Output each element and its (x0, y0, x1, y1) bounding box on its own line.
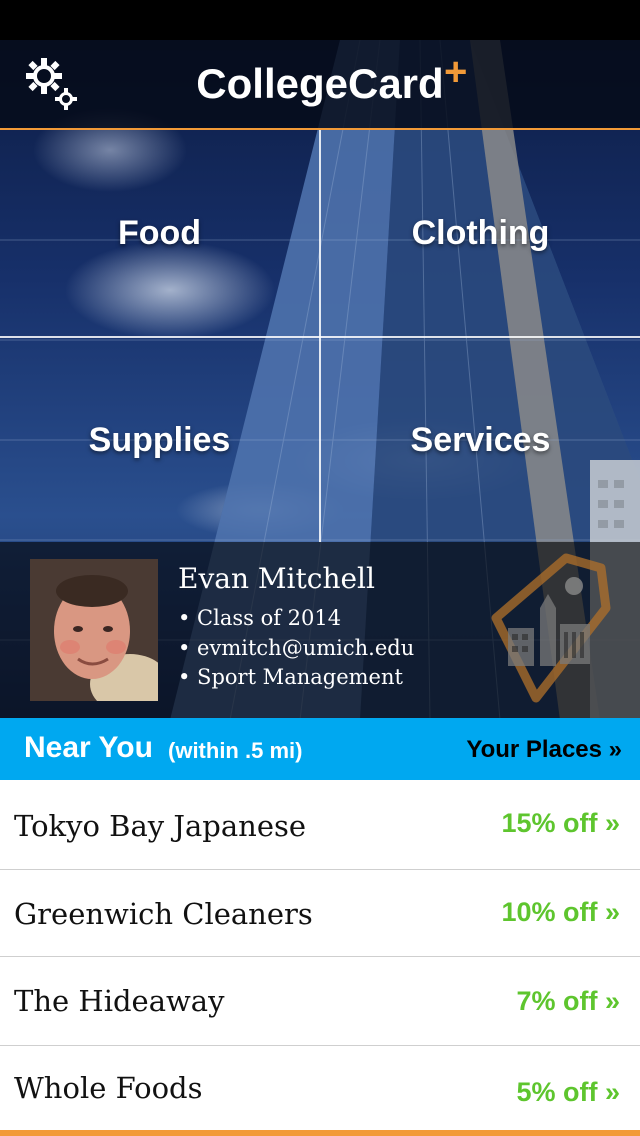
category-clothing[interactable]: Clothing (321, 130, 640, 336)
place-discount: 10% off » (501, 897, 620, 927)
list-item[interactable]: Tokyo Bay Japanese 15% off » (0, 780, 640, 870)
place-discount: 15% off » (501, 808, 620, 838)
list-item[interactable]: Whole Foods 5% off » (0, 1046, 640, 1130)
app-title-plus: + (444, 50, 468, 94)
category-supplies[interactable]: Supplies (0, 338, 319, 542)
list-item[interactable]: Greenwich Cleaners 10% off » (0, 870, 640, 957)
status-bar (0, 0, 640, 40)
your-places-link[interactable]: Your Places » (466, 735, 622, 765)
grid-divider-horizontal (0, 336, 640, 338)
profile-email: • evmitch@umich.edu (178, 636, 415, 660)
profile-major: • Sport Management (178, 665, 403, 689)
category-label: Clothing (411, 213, 550, 252)
app-header: CollegeCard + (0, 40, 640, 130)
category-label: Food (117, 213, 202, 252)
near-you-radius: (within .5 mi) (168, 738, 303, 763)
avatar (30, 559, 158, 701)
place-name: Greenwich Cleaners (14, 897, 313, 931)
place-name: Whole Foods (14, 1071, 203, 1105)
place-discount: 7% off » (516, 986, 620, 1016)
place-name: The Hideaway (14, 984, 225, 1018)
category-label: Services (410, 420, 551, 459)
list-item[interactable]: The Hideaway 7% off » (0, 957, 640, 1046)
place-discount: 5% off » (516, 1077, 620, 1107)
near-you-bar: Near You (within .5 mi) Your Places » (0, 718, 640, 780)
tag-building-icon (491, 553, 611, 703)
category-label: Supplies (88, 420, 231, 459)
app-title: CollegeCard (196, 60, 444, 107)
place-name: Tokyo Bay Japanese (14, 809, 307, 843)
profile-name: Evan Mitchell (178, 562, 375, 595)
bottom-accent-bar (0, 1130, 640, 1136)
places-list: Tokyo Bay Japanese 15% off » Greenwich C… (0, 780, 640, 1130)
profile-card[interactable]: Evan Mitchell • Class of 2014 • evmitch@… (0, 542, 640, 718)
category-services[interactable]: Services (321, 338, 640, 542)
near-you-title: Near You (24, 731, 153, 764)
category-food[interactable]: Food (0, 130, 319, 336)
profile-class: • Class of 2014 (178, 606, 342, 630)
